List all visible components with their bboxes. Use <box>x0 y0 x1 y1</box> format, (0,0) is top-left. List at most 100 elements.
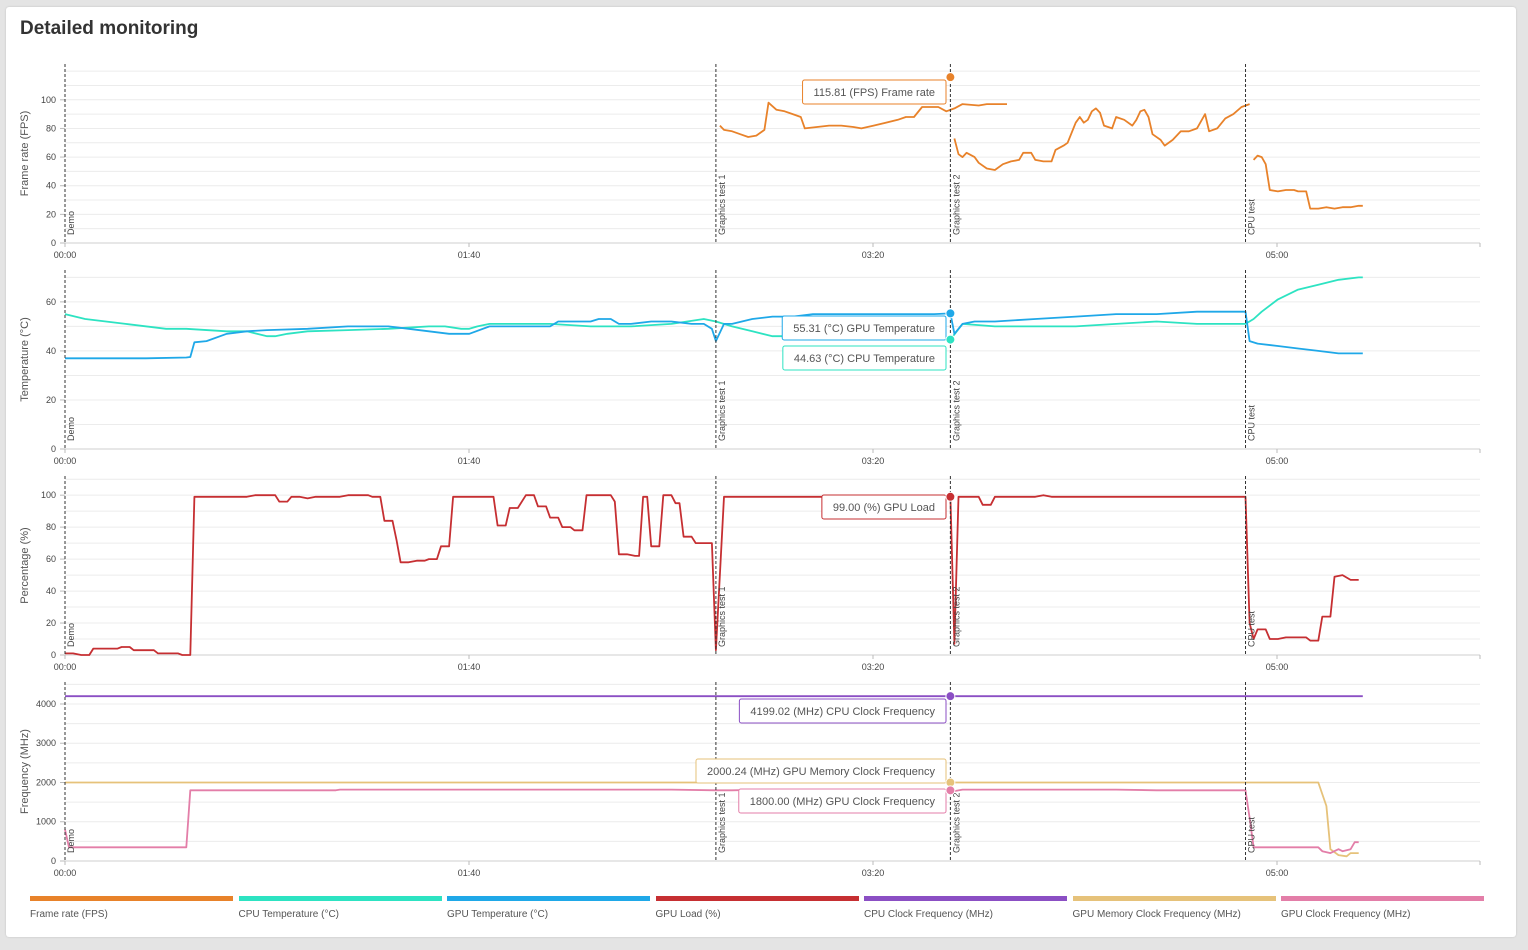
test-marker-label: CPU test <box>1247 198 1257 235</box>
legend-label: CPU Temperature (°C) <box>238 909 340 920</box>
hover-point <box>945 785 956 796</box>
legend-swatch <box>1072 896 1276 901</box>
y-tick-label: 100 <box>41 490 56 500</box>
x-tick-label: 03:20 <box>862 456 885 466</box>
y-tick-label: 1000 <box>36 817 56 827</box>
legend-item[interactable]: Frame rate (FPS) <box>30 896 233 920</box>
tooltip: 44.63 (°C) CPU Temperature <box>782 345 947 371</box>
hover-point <box>945 308 956 319</box>
legend-label: Frame rate (FPS) <box>30 909 108 920</box>
test-marker-label: Demo <box>66 211 76 235</box>
chart-4: 0 1000 2000 3000 4000 Frequency (MHz) 00:00 01:… <box>19 682 1481 878</box>
x-tick-label: 01:40 <box>458 868 481 878</box>
y-tick-label: 20 <box>46 395 56 405</box>
hover-point <box>945 72 956 83</box>
test-marker-label: CPU test <box>1247 404 1257 441</box>
test-marker-label: CPU test <box>1247 610 1257 647</box>
test-marker-label: Graphics test 1 <box>717 792 727 853</box>
x-tick-label: 05:00 <box>1266 456 1289 466</box>
tooltip: 115.81 (FPS) Frame rate <box>802 79 947 105</box>
series-line <box>65 781 1359 858</box>
tooltip-text: 1800.00 (MHz) GPU Clock Frequency <box>750 796 936 808</box>
y-tick-label: 2000 <box>36 777 56 787</box>
tooltip-text: 99.00 (%) GPU Load <box>833 502 935 514</box>
y-tick-label: 60 <box>46 297 56 307</box>
y-axis-label: Frame rate (FPS) <box>19 111 31 197</box>
y-tick-label: 4000 <box>36 699 56 709</box>
series-line <box>1252 154 1363 210</box>
legend-swatch <box>238 896 442 901</box>
x-tick-label: 01:40 <box>458 456 481 466</box>
tooltip: 2000.24 (MHz) GPU Memory Clock Frequency <box>695 758 947 784</box>
test-marker-label: Graphics test 2 <box>951 586 961 647</box>
tooltip-text: 44.63 (°C) CPU Temperature <box>794 353 935 365</box>
y-tick-label: 60 <box>46 554 56 564</box>
x-tick-label: 03:20 <box>862 868 885 878</box>
legend-label: GPU Temperature (°C) <box>447 909 549 920</box>
monitoring-charts: 0 20 40 60 80 100 Frame rate (FPS) 00:00 01:40 03… <box>19 64 1481 878</box>
legend-item[interactable]: CPU Temperature (°C) <box>238 896 442 920</box>
tooltip-text: 115.81 (FPS) Frame rate <box>814 87 935 99</box>
legend-swatch <box>447 896 650 901</box>
test-marker-label: CPU test <box>1247 816 1257 853</box>
test-marker-label: Demo <box>66 623 76 647</box>
legend-swatch <box>1281 896 1484 901</box>
series-line <box>949 310 1363 355</box>
y-tick-label: 60 <box>46 152 56 162</box>
x-tick-label: 00:00 <box>54 868 77 878</box>
series-line <box>949 276 1363 341</box>
x-tick-label: 03:20 <box>862 250 885 260</box>
x-tick-label: 00:00 <box>54 662 77 672</box>
legend-swatch <box>30 896 233 901</box>
y-tick-label: 40 <box>46 346 56 356</box>
x-tick-label: 00:00 <box>54 456 77 466</box>
legend-item[interactable]: CPU Clock Frequency (MHz) <box>864 896 1067 920</box>
legend-item[interactable]: GPU Load (%) <box>655 896 859 920</box>
tooltip: 99.00 (%) GPU Load <box>821 494 947 520</box>
test-marker-label: Graphics test 2 <box>951 380 961 441</box>
tooltip: 4199.02 (MHz) CPU Clock Frequency <box>738 698 947 724</box>
x-tick-label: 05:00 <box>1266 662 1289 672</box>
legend-label: GPU Load (%) <box>655 909 721 920</box>
legend-label: GPU Memory Clock Frequency (MHz) <box>1072 909 1241 920</box>
y-tick-label: 20 <box>46 618 56 628</box>
x-tick-label: 03:20 <box>862 662 885 672</box>
hover-point <box>945 334 956 345</box>
x-tick-label: 01:40 <box>458 662 481 672</box>
chart-1: 0 20 40 60 80 100 Frame rate (FPS) 00:00 01:40 03… <box>19 64 1481 260</box>
y-tick-label: 100 <box>41 95 56 105</box>
y-tick-label: 80 <box>46 522 56 532</box>
tooltip: 1800.00 (MHz) GPU Clock Frequency <box>738 788 947 814</box>
tooltip-text: 55.31 (°C) GPU Temperature <box>793 323 935 335</box>
x-tick-label: 05:00 <box>1266 868 1289 878</box>
y-axis-label: Frequency (MHz) <box>19 729 31 814</box>
series-line <box>719 101 1007 138</box>
x-tick-label: 01:40 <box>458 250 481 260</box>
hover-point <box>945 691 956 702</box>
hover-point <box>945 491 956 502</box>
y-tick-label: 0 <box>51 444 56 454</box>
legend-item[interactable]: GPU Memory Clock Frequency (MHz) <box>1072 896 1276 920</box>
tooltip-text: 2000.24 (MHz) GPU Memory Clock Frequency <box>707 766 936 778</box>
legend-swatch <box>655 896 859 901</box>
legend-label: GPU Clock Frequency (MHz) <box>1281 909 1411 920</box>
chart-2: 0 20 40 60 Temperature (°C) 00:00 01:40 03:20 05… <box>19 270 1481 466</box>
tooltip: 55.31 (°C) GPU Temperature <box>781 315 947 341</box>
y-axis-label: Temperature (°C) <box>19 317 31 401</box>
legend-item[interactable]: GPU Temperature (°C) <box>447 896 650 920</box>
y-axis-label: Percentage (%) <box>19 527 31 603</box>
test-marker-label: Graphics test 2 <box>951 174 961 235</box>
y-tick-label: 0 <box>51 650 56 660</box>
chart-3: 0 20 40 60 80 100 Percentage (%) 00:00 01:40 03:2… <box>19 476 1481 672</box>
x-tick-label: 00:00 <box>54 250 77 260</box>
legend-swatch <box>864 896 1067 901</box>
tooltip-text: 4199.02 (MHz) CPU Clock Frequency <box>750 706 935 718</box>
test-marker-label: Demo <box>66 417 76 441</box>
y-tick-label: 20 <box>46 209 56 219</box>
test-marker-label: Graphics test 1 <box>717 380 727 441</box>
test-marker-label: Demo <box>66 829 76 853</box>
legend-item[interactable]: GPU Clock Frequency (MHz) <box>1281 896 1484 920</box>
y-tick-label: 0 <box>51 238 56 248</box>
y-tick-label: 0 <box>51 856 56 866</box>
y-tick-label: 80 <box>46 123 56 133</box>
